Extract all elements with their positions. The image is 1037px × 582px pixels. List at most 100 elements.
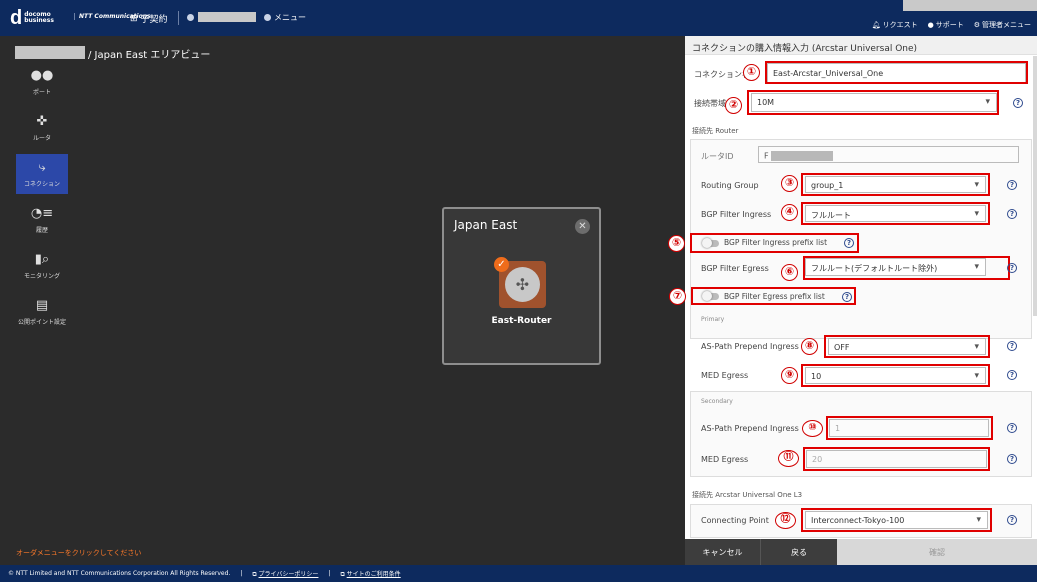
help-icon[interactable]: ? <box>1007 180 1017 190</box>
logo-mark: d <box>10 7 23 29</box>
port-icon: ●● <box>30 67 54 83</box>
tree-icon: ⊞ <box>130 13 138 24</box>
sidebar-item-router[interactable]: ✜ ルータ <box>16 108 68 148</box>
area-card: Japan East ✕ ✓ ✣ East-Router <box>442 207 601 365</box>
help-icon[interactable]: ? <box>1007 423 1017 433</box>
sidebar-item-label: 公開ポイント設定 <box>17 318 66 326</box>
cancel-button[interactable]: キャンセル <box>685 539 760 565</box>
user-name-redacted <box>198 12 256 22</box>
help-circle-icon: ● <box>927 21 934 29</box>
secondary-med-label: MED Egress <box>701 455 749 464</box>
med-egress-label: MED Egress <box>701 371 749 380</box>
marker-6: ⑥ <box>781 264 798 281</box>
help-icon[interactable]: ? <box>1007 370 1017 380</box>
logo-text: docomo business <box>24 11 54 24</box>
gear-icon: ⚙ <box>973 21 980 29</box>
panel-scrollbar[interactable] <box>1033 56 1037 316</box>
sidebar-item-label: コネクション <box>23 180 60 188</box>
router-id-value: F <box>764 151 769 161</box>
help-icon[interactable]: ? <box>842 292 852 302</box>
confirm-button[interactable]: 確認 <box>837 539 1037 565</box>
sidebar-item-history[interactable]: ◔≡ 履歴 <box>16 200 68 240</box>
sidebar-item-connection[interactable]: ⤷ コネクション <box>16 154 68 194</box>
primary-label: Primary <box>701 316 725 323</box>
monitoring-icon: ▮⌕ <box>34 251 50 267</box>
connection-name-label: コネクション名 <box>694 70 750 79</box>
copyright-text: © NTT Limited and NTT Communications Cor… <box>8 570 231 577</box>
area-title: Japan East <box>454 218 518 232</box>
sidebar-item-label: ルータ <box>32 134 51 142</box>
bell-icon: 🔔︎ <box>871 21 881 29</box>
purchase-panel: コネクションの購入情報入力 (Arcstar Universal One) コネ… <box>668 36 1037 565</box>
terms-link[interactable]: ⧉ サイトのご利用条件 <box>340 569 400 579</box>
highlight-box <box>801 173 990 196</box>
router-id-field: F <box>758 146 1019 163</box>
check-icon: ✓ <box>494 257 509 272</box>
router-id-label: ルータID <box>701 152 734 161</box>
marker-12: ⑫ <box>775 512 796 529</box>
router-name: East-Router <box>491 316 552 326</box>
highlight-box <box>803 447 990 471</box>
connecting-point-label: Connecting Point <box>701 516 769 525</box>
connection-icon: ⤷ <box>38 159 46 175</box>
sidebar-item-monitoring[interactable]: ▮⌕ モニタリング <box>16 246 68 286</box>
sidebar-item-public-point[interactable]: ▤ 公開ポイント設定 <box>16 292 68 332</box>
as-path-prepend-label: AS-Path Prepend Ingress <box>701 342 799 351</box>
l3-section-title: 接続先 Arcstar Universal One L3 <box>692 491 803 499</box>
request-link[interactable]: 🔔︎ リクエスト <box>872 20 918 30</box>
marker-11: ⑪ <box>778 450 799 467</box>
request-label: リクエスト <box>882 21 918 29</box>
divider <box>178 11 179 25</box>
privacy-link[interactable]: ⧉ プライバシーポリシー <box>252 569 318 579</box>
bgp-ingress-prefix-toggle[interactable] <box>702 238 719 248</box>
sidebar-item-label: ポート <box>32 88 51 96</box>
help-icon[interactable]: ? <box>1007 263 1017 273</box>
bgp-filter-egress-label: BGP Filter Egress <box>701 264 769 273</box>
highlight-box <box>824 335 990 358</box>
bgp-egress-prefix-toggle[interactable] <box>702 291 719 301</box>
public-point-icon: ▤ <box>35 297 49 313</box>
router-arrows-icon: ✣ <box>505 267 540 302</box>
sub-contract-label: 子契約 <box>140 15 168 25</box>
marker-1: ① <box>743 64 760 81</box>
admin-menu-link[interactable]: ⚙ 管理者メニュー <box>974 20 1031 30</box>
panel-title: コネクションの購入情報入力 (Arcstar Universal One) <box>685 36 1037 55</box>
divider: | <box>328 570 331 577</box>
docomo-business-logo[interactable]: d docomo business <box>10 7 54 29</box>
sidebar-item-port[interactable]: ●● ポート <box>16 62 68 102</box>
sub-contract-link[interactable]: ⊞ 子契約 <box>130 12 168 26</box>
admin-menu-label: 管理者メニュー <box>982 21 1031 29</box>
support-link[interactable]: ● サポート <box>928 20 964 30</box>
router-id-redacted <box>770 151 833 161</box>
bgp-filter-ingress-label: BGP Filter Ingress <box>701 210 772 219</box>
marker-3: ③ <box>781 175 798 192</box>
highlight-box <box>803 256 1010 280</box>
bgp-egress-prefix-label: BGP Filter Egress prefix list <box>724 292 825 301</box>
highlight-box <box>765 61 1028 84</box>
help-icon[interactable]: ? <box>1007 341 1017 351</box>
sidebar-item-label: モニタリング <box>23 272 60 280</box>
action-bar: キャンセル 戻る 確認 <box>685 539 1037 565</box>
router-icon: ✜ <box>36 113 48 129</box>
highlight-box <box>747 90 999 115</box>
help-icon[interactable]: ? <box>1007 515 1017 525</box>
marker-4: ④ <box>781 204 798 221</box>
terms-label: サイトのご利用条件 <box>346 570 401 578</box>
back-button[interactable]: 戻る <box>760 539 837 565</box>
order-hint: オーダメニューをクリックしてください <box>16 549 142 557</box>
help-icon[interactable]: ? <box>1007 454 1017 464</box>
router-section-title: 接続先 Router <box>692 127 739 135</box>
help-icon[interactable]: ? <box>844 238 854 248</box>
sidebar: ●● ポート ✜ ルータ ⤷ コネクション ◔≡ 履歴 ▮⌕ モニタリング ▤ … <box>16 62 68 338</box>
marker-7: ⑦ <box>669 288 686 305</box>
user-selector[interactable] <box>187 12 256 22</box>
menu-button[interactable]: メニュー <box>264 12 306 23</box>
help-icon[interactable]: ? <box>1013 98 1023 108</box>
close-icon[interactable]: ✕ <box>575 219 590 234</box>
menu-icon <box>264 14 271 21</box>
help-icon[interactable]: ? <box>1007 209 1017 219</box>
support-label: サポート <box>935 21 964 29</box>
marker-2: ② <box>725 97 742 114</box>
marker-9: ⑨ <box>781 367 798 384</box>
marker-8: ⑧ <box>801 338 818 355</box>
